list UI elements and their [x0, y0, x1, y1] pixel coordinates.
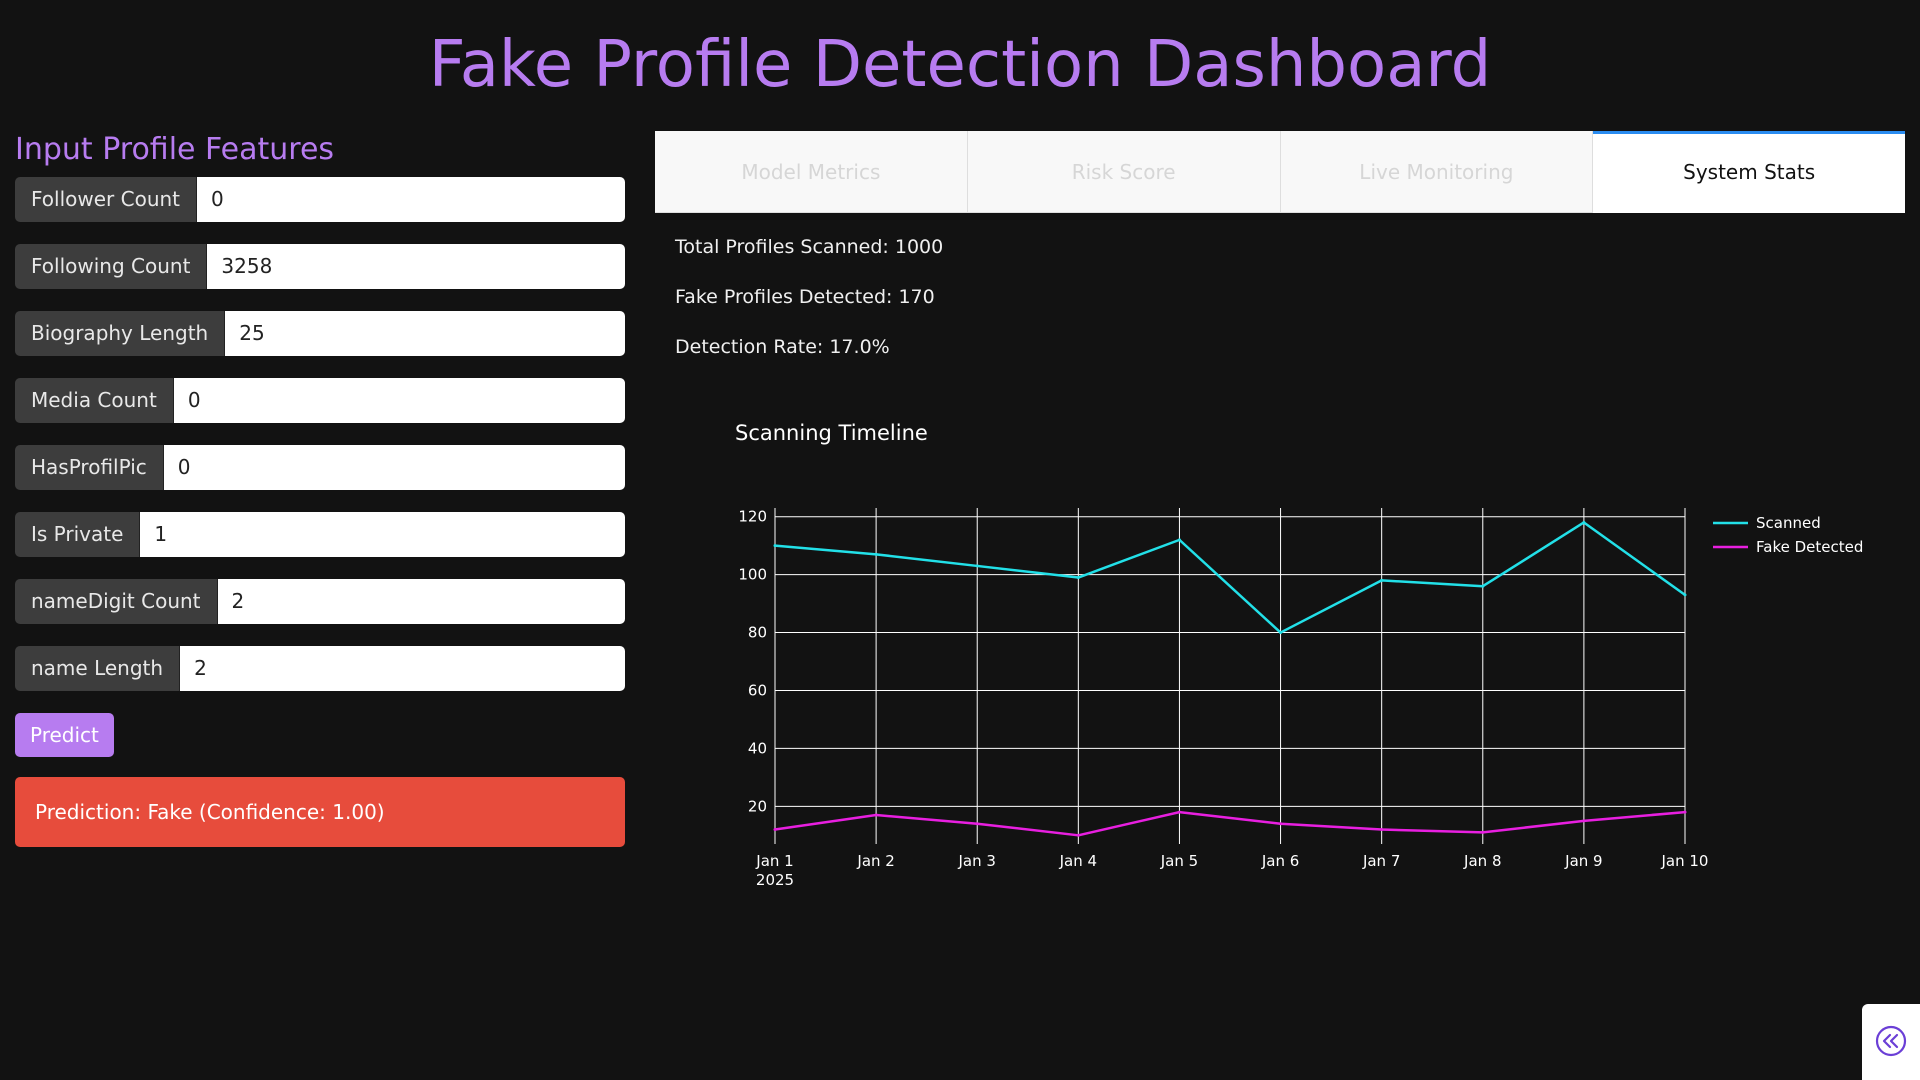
x-tick-label: Jan 6: [1261, 852, 1299, 870]
feature-row: Media Count: [15, 378, 625, 423]
predict-button[interactable]: Predict: [15, 713, 114, 757]
feature-input[interactable]: [163, 445, 625, 490]
data-point: [1481, 830, 1485, 834]
feature-row: Biography Length: [15, 311, 625, 356]
series-line-scanned: [774, 521, 1686, 634]
chart-title: Scanning Timeline: [735, 421, 928, 445]
x-tick-label: Jan 4: [1059, 852, 1097, 870]
data-point: [1177, 538, 1181, 542]
x-tick-label: Jan 7: [1362, 852, 1400, 870]
feature-label: name Length: [15, 646, 181, 691]
data-point: [1076, 833, 1080, 837]
feature-row: Is Private: [15, 512, 625, 557]
legend-label: Scanned: [1756, 514, 1821, 532]
data-point: [975, 564, 979, 568]
data-point: [874, 552, 878, 556]
feature-row: Follower Count: [15, 177, 625, 222]
feature-label: Biography Length: [15, 311, 226, 356]
data-point: [975, 822, 979, 826]
x-tick-label: Jan 1: [755, 852, 793, 870]
data-point: [1683, 810, 1687, 814]
scanning-timeline-chart: Scanning Timeline Jan 1 Jan 2 Jan 3 Jan 4 Jan…: [735, 421, 1863, 889]
x-tick-label: Jan 10: [1661, 852, 1709, 870]
feature-label: Is Private: [15, 512, 141, 557]
data-point: [1481, 584, 1485, 588]
data-point: [1076, 576, 1080, 580]
feature-row: nameDigit Count: [15, 579, 625, 624]
x-tick-label: Jan 9: [1564, 852, 1602, 870]
data-point: [1582, 520, 1586, 524]
feature-input[interactable]: [180, 646, 625, 691]
feature-label: HasProfilPic: [15, 445, 164, 490]
y-tick-label: 20: [748, 797, 767, 815]
data-point: [1582, 819, 1586, 823]
feature-row: HasProfilPic: [15, 445, 625, 490]
double-chevron-left-icon: [1875, 1025, 1907, 1057]
feature-label: Follower Count: [15, 177, 198, 222]
data-point: [1279, 822, 1283, 826]
tab-system-stats[interactable]: System Stats: [1593, 131, 1905, 213]
x-year-label: 2025: [756, 871, 794, 889]
y-tick-label: 80: [748, 624, 767, 642]
feature-input[interactable]: [173, 378, 625, 423]
feature-input[interactable]: [140, 512, 625, 557]
data-point: [1279, 631, 1283, 635]
x-tick-label: Jan 3: [958, 852, 996, 870]
input-panel-heading: Input Profile Features: [15, 132, 335, 167]
tab-bar: Model Metrics Risk Score Live Monitoring…: [655, 131, 1905, 213]
feature-input[interactable]: [197, 177, 625, 222]
feature-row: Following Count: [15, 244, 625, 289]
feature-fields: Follower Count Following Count Biography L…: [15, 177, 625, 691]
page-title: Fake Profile Detection Dashboard: [428, 28, 1492, 102]
feature-label: nameDigit Count: [15, 579, 218, 624]
feature-input[interactable]: [225, 311, 625, 356]
collapse-panel-button[interactable]: [1862, 1004, 1920, 1080]
x-tick-label: Jan 8: [1463, 852, 1501, 870]
feature-input[interactable]: [207, 244, 625, 289]
data-point: [874, 813, 878, 817]
x-tick-label: Jan 5: [1160, 852, 1198, 870]
stat-total-scanned: Total Profiles Scanned: 1000: [675, 236, 944, 258]
feature-label: Following Count: [15, 244, 208, 289]
tab-live-monitoring[interactable]: Live Monitoring: [1280, 131, 1594, 213]
feature-input[interactable]: [217, 579, 625, 624]
data-point: [773, 544, 777, 548]
data-point: [773, 828, 777, 832]
data-point: [1683, 593, 1687, 597]
data-point: [1380, 828, 1384, 832]
prediction-result: Prediction: Fake (Confidence: 1.00): [15, 777, 625, 847]
y-tick-label: 120: [738, 508, 767, 526]
tab-model-metrics[interactable]: Model Metrics: [655, 131, 968, 213]
legend-label: Fake Detected: [1756, 538, 1863, 556]
feature-label: Media Count: [15, 378, 174, 423]
system-stats: Total Profiles Scanned: 1000 Fake Profil…: [675, 236, 943, 386]
feature-row: name Length: [15, 646, 625, 691]
tab-risk-score[interactable]: Risk Score: [967, 131, 1281, 213]
input-panel: Input Profile Features Follower CountFol…: [15, 132, 625, 847]
series-line-fake-detected: [774, 810, 1686, 837]
data-point: [1380, 578, 1384, 582]
y-tick-label: 40: [748, 739, 767, 757]
x-tick-label: Jan 2: [856, 852, 894, 870]
y-tick-label: 60: [748, 681, 767, 699]
stat-detection-rate: Detection Rate: 17.0%: [675, 336, 890, 358]
stat-fake-detected: Fake Profiles Detected: 170: [675, 286, 935, 308]
y-tick-label: 100: [738, 566, 767, 584]
data-point: [1177, 810, 1181, 814]
